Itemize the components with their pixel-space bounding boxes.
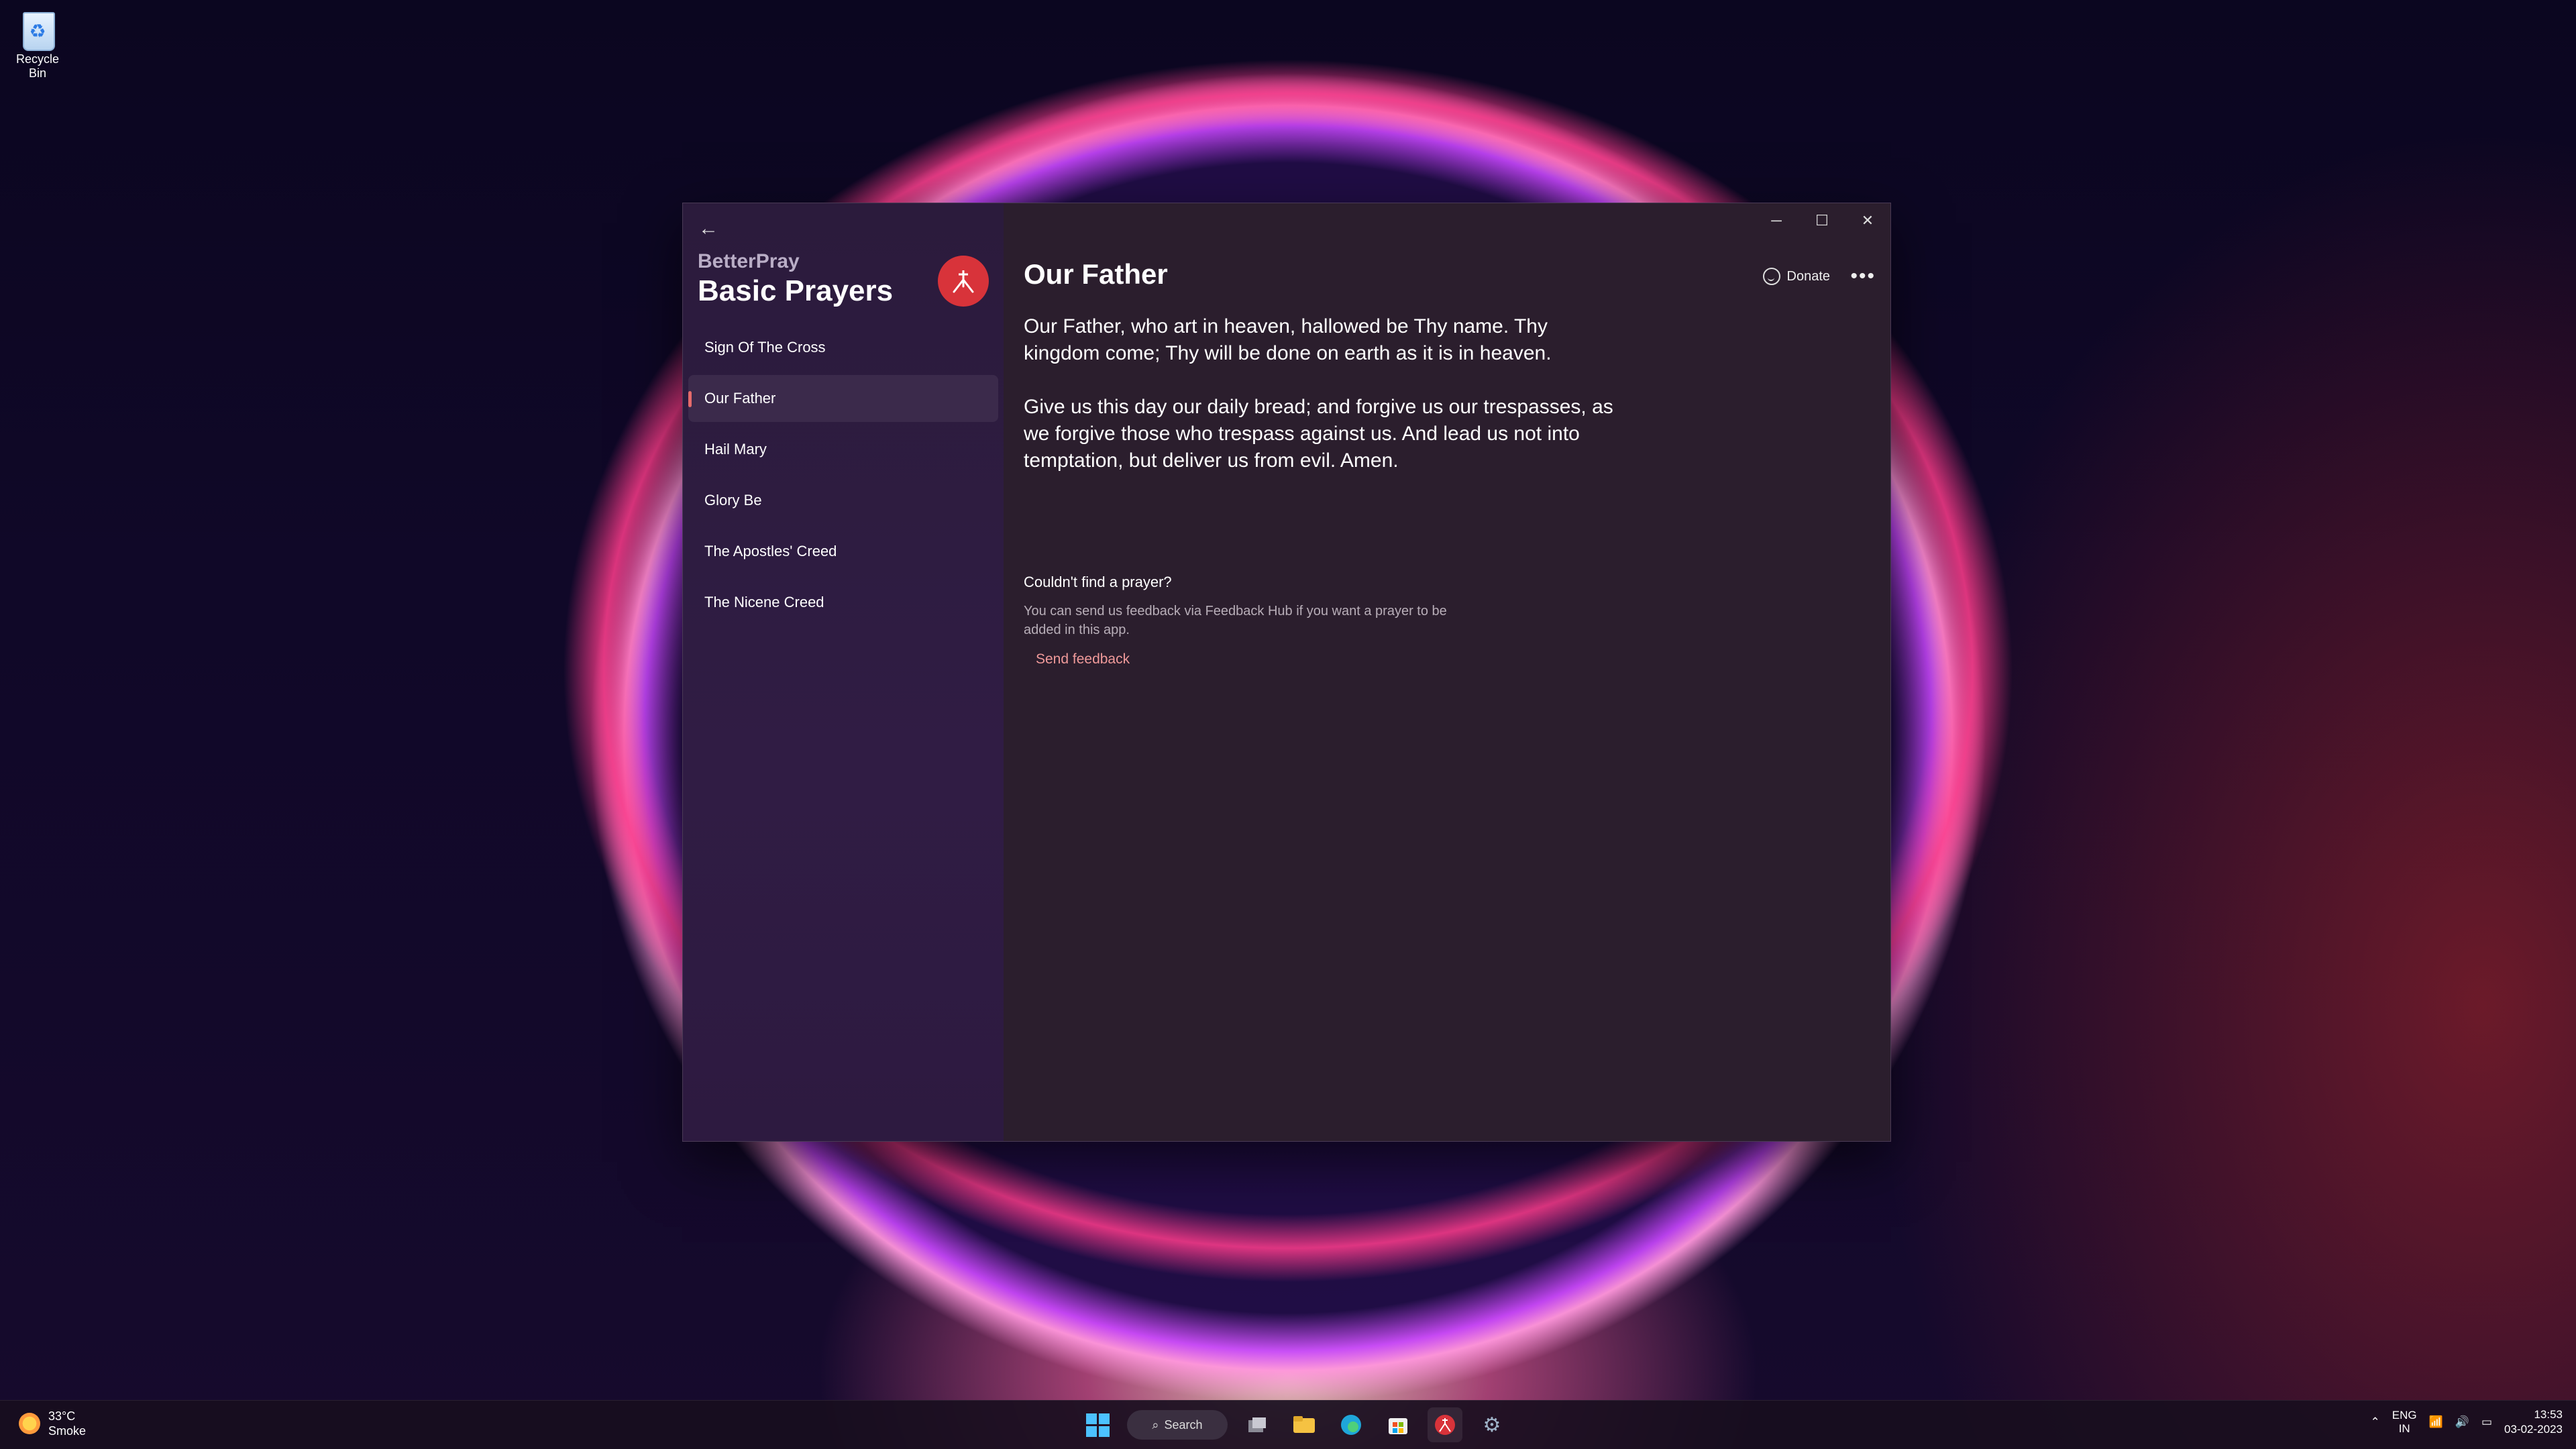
prayer-text: Our Father, who art in heaven, hallowed …	[1024, 313, 1614, 501]
back-button[interactable]: ←	[695, 215, 722, 242]
weather-widget[interactable]: 33°C Smoke	[19, 1409, 86, 1438]
lang-line1: ENG	[2392, 1409, 2417, 1421]
search-label: Search	[1164, 1417, 1203, 1432]
page-title: Our Father	[1024, 258, 1168, 290]
more-icon: •••	[1850, 265, 1876, 287]
chevron-up-icon[interactable]: ⌃	[2371, 1415, 2380, 1429]
app-window: ← BetterPray Basic Prayers Sign Of The C…	[682, 203, 1891, 1142]
app-name: BetterPray	[698, 250, 800, 272]
language-indicator[interactable]: ENG IN	[2392, 1409, 2417, 1436]
recycle-bin-desktop-icon[interactable]: ♻ Recycle Bin	[7, 5, 68, 80]
wifi-icon[interactable]: 📶	[2429, 1415, 2443, 1429]
weather-temp: 33°C	[48, 1409, 76, 1423]
more-options-button[interactable]: •••	[1850, 265, 1876, 288]
taskbar: 33°C Smoke ⌕ Search ⚙ ⌃ ENG IN 📶 🔊 ▭ 13:…	[0, 1400, 2576, 1449]
store-icon	[1389, 1418, 1407, 1434]
section-title: Basic Prayers	[698, 274, 894, 307]
nav-item-apostles-creed[interactable]: The Apostles' Creed	[688, 528, 998, 575]
weather-icon	[19, 1413, 40, 1434]
recycle-bin-icon: ♻	[19, 5, 56, 51]
window-caption-buttons: ─ ☐ ✕	[1754, 203, 1890, 238]
weather-desc: Smoke	[48, 1424, 87, 1438]
taskbar-apps: ⌕ Search ⚙	[1080, 1407, 1509, 1442]
prayer-paragraph: Our Father, who art in heaven, hallowed …	[1024, 315, 1552, 364]
settings-button[interactable]: ⚙	[1474, 1407, 1509, 1442]
gear-icon: ⚙	[1483, 1413, 1501, 1436]
task-view-button[interactable]	[1240, 1407, 1275, 1442]
feedback-title: Couldn't find a prayer?	[1024, 574, 1172, 590]
windows-logo-icon	[1085, 1413, 1110, 1437]
maximize-icon: ☐	[1815, 212, 1829, 229]
taskbar-search[interactable]: ⌕ Search	[1127, 1410, 1228, 1440]
search-icon: ⌕	[1152, 1417, 1159, 1432]
prayer-paragraph: Give us this day our daily bread; and fo…	[1024, 396, 1613, 472]
edge-icon	[1341, 1415, 1361, 1435]
donate-label: Donate	[1786, 268, 1831, 284]
minimize-button[interactable]: ─	[1754, 203, 1799, 238]
nav-item-sign-of-the-cross[interactable]: Sign Of The Cross	[688, 324, 998, 371]
battery-icon[interactable]: ▭	[2481, 1415, 2492, 1429]
clock-date: 03-02-2023	[2504, 1423, 2563, 1436]
clock-time: 13:53	[2534, 1408, 2563, 1421]
minimize-icon: ─	[1771, 212, 1782, 229]
close-icon: ✕	[1861, 212, 1874, 229]
back-arrow-icon: ←	[698, 217, 718, 239]
folder-icon	[1293, 1416, 1315, 1433]
donate-button[interactable]: Donate	[1762, 268, 1831, 285]
recycle-bin-label: Recycle Bin	[15, 52, 60, 80]
betterpray-icon	[1435, 1415, 1455, 1435]
content-pane: ─ ☐ ✕ Our Father Donate ••• Our Father, …	[1004, 203, 1890, 1141]
close-button[interactable]: ✕	[1845, 203, 1890, 238]
nav-item-glory-be[interactable]: Glory Be	[688, 477, 998, 524]
clock[interactable]: 13:53 03-02-2023	[2504, 1407, 2563, 1437]
sidebar: ← BetterPray Basic Prayers Sign Of The C…	[683, 203, 1004, 1141]
smile-icon	[1762, 268, 1780, 285]
lang-line2: IN	[2398, 1422, 2410, 1435]
nav-item-nicene-creed[interactable]: The Nicene Creed	[688, 579, 998, 626]
maximize-button[interactable]: ☐	[1799, 203, 1845, 238]
system-tray: ⌃ ENG IN 📶 🔊 ▭ 13:53 03-02-2023	[2371, 1407, 2563, 1437]
file-explorer-button[interactable]	[1287, 1407, 1322, 1442]
prayer-nav-list: Sign Of The Cross Our Father Hail Mary G…	[688, 324, 998, 630]
store-button[interactable]	[1381, 1407, 1415, 1442]
volume-icon[interactable]: 🔊	[2455, 1415, 2469, 1429]
start-button[interactable]	[1080, 1407, 1115, 1442]
task-view-icon	[1248, 1417, 1266, 1432]
nav-item-hail-mary[interactable]: Hail Mary	[688, 426, 998, 473]
nav-item-our-father[interactable]: Our Father	[688, 375, 998, 422]
send-feedback-link[interactable]: Send feedback	[1036, 651, 1130, 667]
feedback-text: You can send us feedback via Feedback Hu…	[1024, 604, 1447, 637]
betterpray-taskbar-button[interactable]	[1428, 1407, 1462, 1442]
edge-button[interactable]	[1334, 1407, 1368, 1442]
app-logo-icon	[938, 256, 989, 307]
